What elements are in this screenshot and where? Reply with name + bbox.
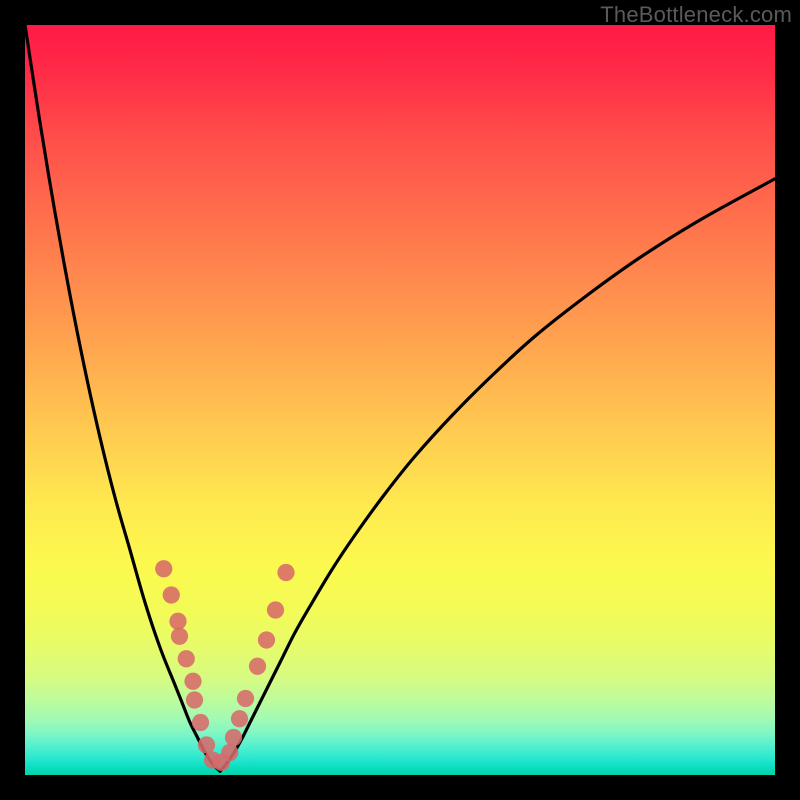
marker-dot bbox=[163, 586, 180, 603]
bottleneck-curve-chart bbox=[25, 25, 775, 775]
marker-dot bbox=[178, 650, 195, 667]
marker-dot bbox=[249, 658, 266, 675]
watermark-text: TheBottleneck.com bbox=[600, 2, 792, 28]
marker-dot bbox=[198, 736, 215, 753]
marker-dot bbox=[277, 564, 294, 581]
marker-dot bbox=[171, 628, 188, 645]
marker-dot bbox=[221, 744, 238, 761]
marker-dot bbox=[267, 601, 284, 618]
marker-dot bbox=[258, 631, 275, 648]
marker-dot bbox=[231, 710, 248, 727]
marker-dot bbox=[225, 729, 242, 746]
marker-dot bbox=[237, 690, 254, 707]
sample-markers bbox=[155, 560, 295, 771]
right-curve-path bbox=[220, 179, 775, 772]
marker-dot bbox=[184, 673, 201, 690]
right-curve-path bbox=[220, 179, 775, 772]
marker-dot bbox=[155, 560, 172, 577]
marker-dot bbox=[169, 613, 186, 630]
chart-frame: TheBottleneck.com bbox=[0, 0, 800, 800]
marker-dot bbox=[192, 714, 209, 731]
marker-dot bbox=[186, 691, 203, 708]
